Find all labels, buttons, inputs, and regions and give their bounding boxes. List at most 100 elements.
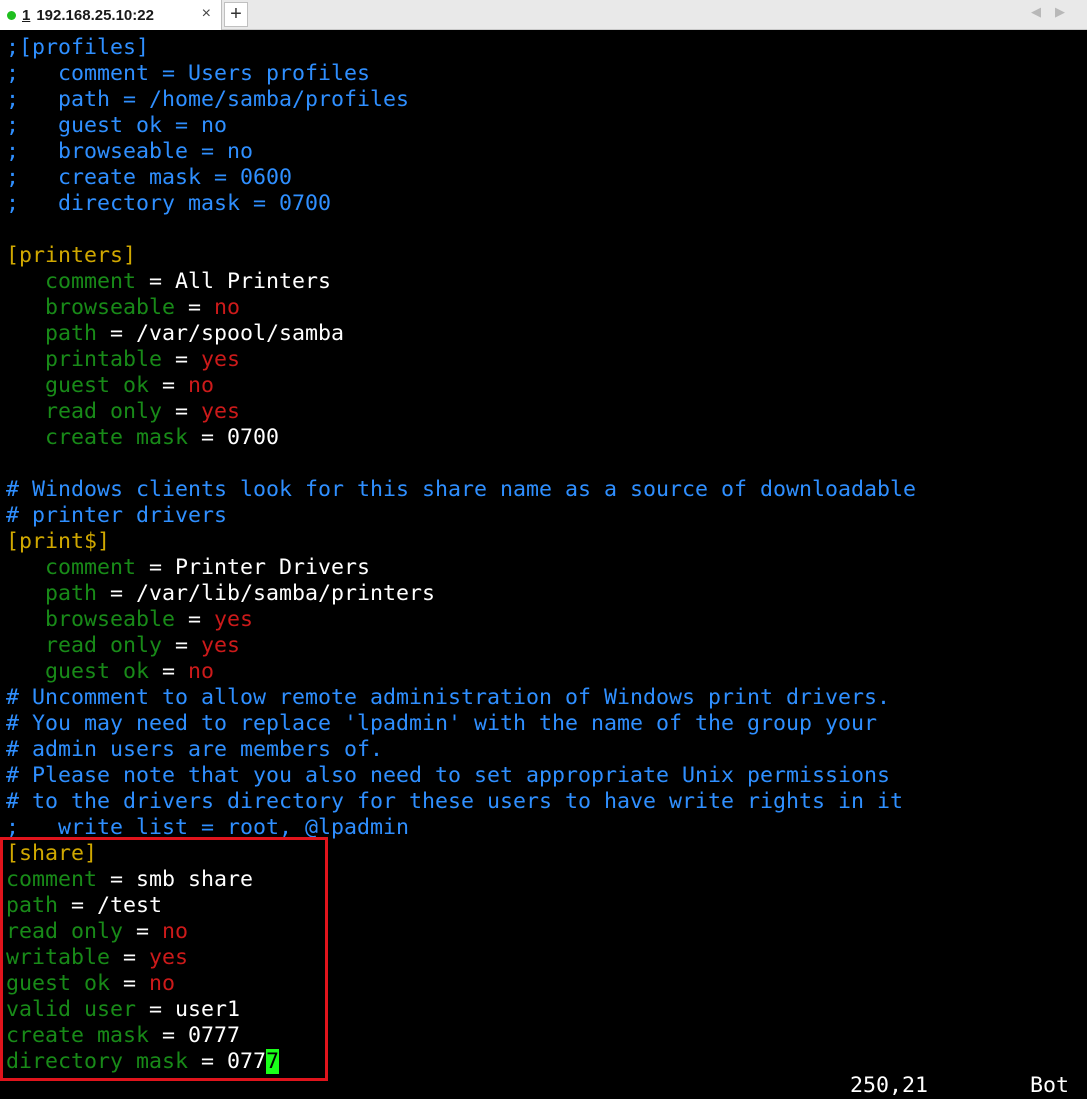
terminal-text: = 0777 — [149, 1023, 241, 1048]
terminal-text: ; comment = Users profiles — [6, 61, 371, 86]
terminal-text: = — [123, 919, 163, 944]
terminal-text: = 0700 — [188, 425, 280, 450]
terminal-line: read only = yes — [6, 399, 240, 425]
terminal-text: path — [45, 581, 98, 606]
terminal-line: path = /test — [6, 893, 162, 919]
terminal-text: # You may need to replace 'lpadmin' with… — [6, 711, 878, 736]
terminal-text: read only — [6, 919, 124, 944]
terminal-line: comment = Printer Drivers — [6, 555, 370, 581]
terminal-text: = /test — [58, 893, 163, 918]
terminal-line: # printer drivers — [6, 503, 227, 529]
terminal-line: ; comment = Users profiles — [6, 61, 370, 87]
terminal-text: guest ok — [45, 659, 150, 684]
close-tab-icon[interactable]: × — [202, 5, 211, 23]
terminal-line: read only = no — [6, 919, 188, 945]
terminal-line: # admin users are members of. — [6, 737, 383, 763]
terminal-text: [printers] — [6, 243, 137, 268]
terminal-text: [share] — [6, 841, 98, 866]
terminal-text: ; guest ok = no — [6, 113, 228, 138]
terminal-text: # Windows clients look for this share na… — [6, 477, 917, 502]
terminal-text: directory mask — [6, 1049, 189, 1074]
terminal-text: = Printer Drivers — [136, 555, 371, 580]
terminal-text: # Uncomment to allow remote administrati… — [6, 685, 891, 710]
terminal-text: = — [110, 971, 150, 996]
terminal-line: ; directory mask = 0700 — [6, 191, 331, 217]
terminal-text: ; write list = root, @lpadmin — [6, 815, 410, 840]
terminal-text: ; path = /home/samba/profiles — [6, 87, 410, 112]
terminal-text: ; directory mask = 0700 — [6, 191, 332, 216]
terminal-line: create mask = 0777 — [6, 1023, 240, 1049]
terminal-line: valid user = user1 — [6, 997, 240, 1023]
terminal-text: = — [175, 607, 215, 632]
terminal-text: valid user — [6, 997, 137, 1022]
terminal-line: read only = yes — [6, 633, 240, 659]
terminal-text: browseable — [45, 607, 176, 632]
terminal-line: guest ok = no — [6, 659, 214, 685]
terminal-line: [share] — [6, 841, 97, 867]
terminal-text: read only — [45, 399, 163, 424]
terminal-text: = — [162, 347, 202, 372]
terminal-text: yes — [201, 347, 241, 372]
terminal-line: [print$] — [6, 529, 110, 555]
terminal-text: yes — [149, 945, 189, 970]
terminal-line: ; guest ok = no — [6, 113, 227, 139]
terminal-line: # Uncomment to allow remote administrati… — [6, 685, 890, 711]
terminal-line: guest ok = no — [6, 373, 214, 399]
terminal-text: no — [214, 295, 241, 320]
terminal-text: no — [162, 919, 189, 944]
tab-bar: 1 192.168.25.10:22 × + ◀▶ — [0, 0, 1087, 30]
terminal-text: # admin users are members of. — [6, 737, 384, 762]
terminal-line: # Windows clients look for this share na… — [6, 477, 916, 503]
terminal-line: writable = yes — [6, 945, 188, 971]
terminal-text: # printer drivers — [6, 503, 228, 528]
scroll-right-icon[interactable]: ▶ — [1055, 5, 1079, 20]
terminal-text: writable — [6, 945, 111, 970]
terminal-line: comment = smb share — [6, 867, 253, 893]
terminal-text: # Please note that you also need to set … — [6, 763, 891, 788]
terminal-text: ;[profiles] — [6, 35, 150, 60]
terminal-text: # to the drivers directory for these use… — [6, 789, 904, 814]
tab-title: 192.168.25.10:22 — [36, 6, 154, 24]
terminal-line: directory mask = 0777 — [6, 1049, 280, 1075]
terminal-text: browseable — [45, 295, 176, 320]
terminal-line: create mask = 0700 — [6, 425, 279, 451]
terminal-line: ;[profiles] — [6, 35, 149, 61]
terminal-text: read only — [45, 633, 163, 658]
terminal-line: # Please note that you also need to set … — [6, 763, 890, 789]
terminal-text: = /var/spool/samba — [97, 321, 345, 346]
terminal-line: ; path = /home/samba/profiles — [6, 87, 409, 113]
terminal-line: [printers] — [6, 243, 136, 269]
terminal-line: comment = All Printers — [6, 269, 331, 295]
terminal-text: guest ok — [6, 971, 111, 996]
scroll-left-icon[interactable]: ◀ — [1031, 5, 1055, 20]
terminal-text: comment — [45, 269, 137, 294]
terminal-text: = — [162, 633, 202, 658]
terminal-text: = All Printers — [136, 269, 332, 294]
terminal-text: create mask — [6, 1023, 150, 1048]
terminal-text: no — [188, 659, 215, 684]
session-tab[interactable]: 1 192.168.25.10:22 × — [0, 0, 222, 30]
terminal-text: ; create mask = 0600 — [6, 165, 293, 190]
terminal-text: = — [175, 295, 215, 320]
terminal-text: = — [149, 373, 189, 398]
tab-scroll-controls: ◀▶ — [1031, 5, 1079, 20]
terminal-line: ; browseable = no — [6, 139, 253, 165]
terminal-text: ; browseable = no — [6, 139, 254, 164]
terminal-text: = — [162, 399, 202, 424]
cursor-position: 250,21 — [850, 1073, 929, 1098]
terminal-line: printable = yes — [6, 347, 240, 373]
terminal-text: = /var/lib/samba/printers — [97, 581, 436, 606]
connected-status-icon — [7, 10, 16, 20]
terminal-line: # to the drivers directory for these use… — [6, 789, 903, 815]
new-tab-button[interactable]: + — [224, 2, 248, 27]
terminal-line: # You may need to replace 'lpadmin' with… — [6, 711, 877, 737]
